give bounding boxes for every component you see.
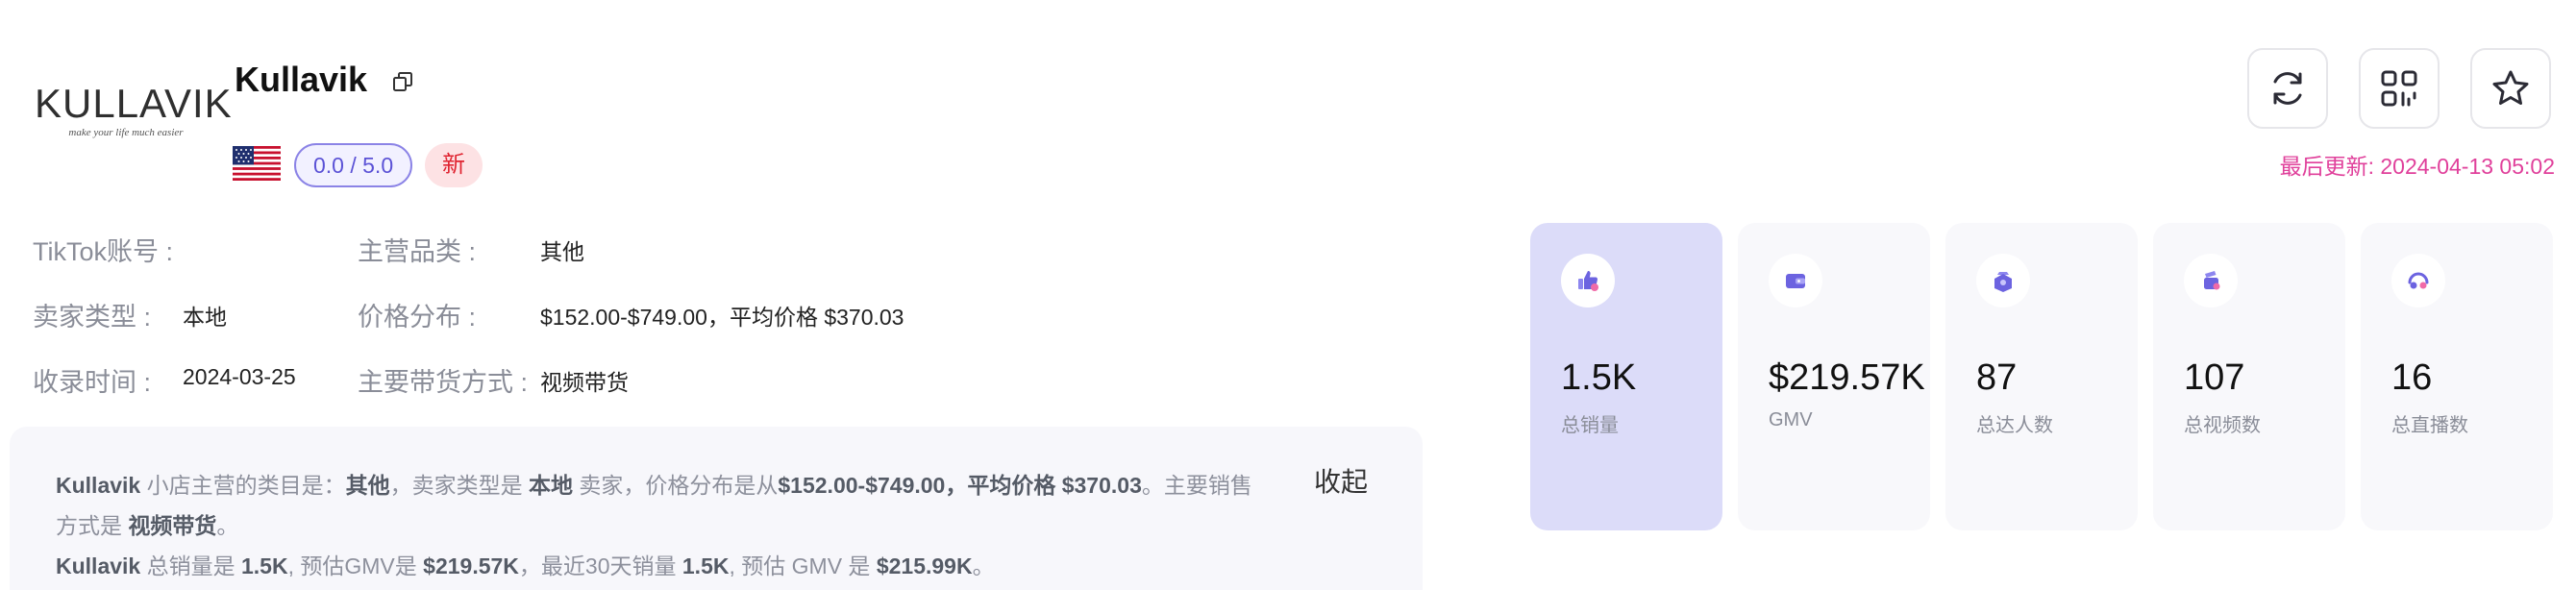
sales-mode-value: 视频带货 bbox=[540, 370, 629, 395]
summary-text: ，卖家类型是 bbox=[389, 473, 529, 498]
stat-value: 107 bbox=[2184, 357, 2245, 398]
summary-mode: 视频带货 bbox=[128, 513, 217, 538]
wallet-icon bbox=[1769, 254, 1822, 307]
shop-summary: Kullavik 小店主营的类目是：其他，卖家类型是 本地 卖家，价格分布是从$… bbox=[10, 427, 1423, 590]
recorded-time-value: 2024-03-25 bbox=[183, 364, 296, 389]
sales-mode-label: 主要带货方式 : bbox=[358, 368, 529, 397]
main-category-label: 主营品类 : bbox=[358, 237, 477, 266]
summary-text: 总销量是 bbox=[140, 553, 241, 578]
summary-text: , 预估GMV是 bbox=[287, 553, 424, 578]
summary-text: 小店主营的类目是： bbox=[140, 473, 346, 498]
stat-label: 总直播数 bbox=[2391, 415, 2468, 436]
summary-line-1: Kullavik 小店主营的类目是：其他，卖家类型是 本地 卖家，价格分布是从$… bbox=[56, 467, 1252, 500]
rating-badge: 0.0 / 5.0 bbox=[294, 143, 413, 187]
refresh-button[interactable] bbox=[2247, 48, 2328, 129]
main-category-value: 其他 bbox=[540, 239, 584, 264]
summary-line-3: Kullavik 总销量是 1.5K, 预估GMV是 $219.57K，最近30… bbox=[56, 548, 995, 580]
stat-value: $219.57K bbox=[1769, 357, 1925, 398]
seller-type-value: 本地 bbox=[183, 305, 227, 330]
price-distribution-label: 价格分布 : bbox=[358, 303, 477, 332]
stat-label: 总销量 bbox=[1561, 415, 1619, 436]
stat-value: 16 bbox=[2391, 357, 2433, 398]
stat-label: GMV bbox=[1769, 409, 1813, 430]
summary-line-2: 方式是 视频带货。 bbox=[56, 507, 238, 540]
summary-text: , 预估 GMV 是 bbox=[729, 553, 877, 578]
star-icon bbox=[2492, 70, 2529, 105]
stat-card-total-sales[interactable]: 1.5K 总销量 bbox=[1530, 223, 1722, 530]
qr-code-icon bbox=[2381, 70, 2417, 107]
summary-seller-type: 本地 bbox=[529, 473, 573, 498]
logo-wordmark: KULLAVIK bbox=[35, 81, 233, 126]
summary-text: 。主要销售 bbox=[1141, 473, 1252, 498]
summary-sales: 1.5K bbox=[241, 553, 288, 578]
copy-icon[interactable] bbox=[390, 69, 415, 94]
seller-type-label: 卖家类型 : bbox=[33, 303, 152, 332]
stat-card-influencers[interactable]: 87 总达人数 bbox=[1945, 223, 2138, 530]
influencer-icon bbox=[1976, 254, 2030, 307]
summary-price-range: $152.00-$749.00，平均价格 $370.03 bbox=[778, 473, 1142, 498]
summary-shop-name: Kullavik bbox=[56, 473, 141, 498]
collapse-button[interactable]: 收起 bbox=[1314, 461, 1368, 500]
summary-category: 其他 bbox=[345, 473, 390, 498]
last-updated: 最后更新: 2024-04-13 05:02 bbox=[2279, 154, 2555, 179]
summary-text: 。 bbox=[216, 513, 239, 538]
stat-card-live-streams[interactable]: 16 总直播数 bbox=[2361, 223, 2553, 530]
summary-shop-name: Kullavik bbox=[56, 553, 141, 578]
summary-gmv: $219.57K bbox=[423, 553, 519, 578]
qr-code-button[interactable] bbox=[2359, 48, 2440, 129]
shop-logo: KULLAVIK make your life much easier bbox=[35, 81, 233, 152]
logo-tagline: make your life much easier bbox=[68, 127, 184, 138]
video-icon bbox=[2184, 254, 2238, 307]
stat-label: 总达人数 bbox=[1976, 415, 2053, 436]
new-badge: 新 bbox=[425, 143, 483, 187]
favorite-button[interactable] bbox=[2470, 48, 2551, 129]
summary-text: 方式是 bbox=[56, 513, 129, 538]
recorded-time-label: 收录时间 : bbox=[33, 368, 152, 397]
summary-sales-30d: 1.5K bbox=[681, 553, 730, 578]
summary-text: 。 bbox=[972, 553, 995, 578]
refresh-icon bbox=[2273, 72, 2302, 105]
stat-value: 87 bbox=[1976, 357, 2018, 398]
summary-text: 卖家，价格分布是从 bbox=[573, 473, 779, 498]
summary-gmv-30d: $215.99K bbox=[876, 553, 973, 578]
tiktok-account-label: TikTok账号 : bbox=[33, 237, 174, 266]
stat-card-gmv[interactable]: $219.57K GMV bbox=[1738, 223, 1930, 530]
stat-card-videos[interactable]: 107 总视频数 bbox=[2153, 223, 2345, 530]
stat-value: 1.5K bbox=[1561, 357, 1637, 398]
stat-label: 总视频数 bbox=[2184, 415, 2261, 436]
live-icon bbox=[2391, 254, 2445, 307]
thumbs-up-icon bbox=[1561, 254, 1615, 307]
price-distribution-value: $152.00-$749.00，平均价格 $370.03 bbox=[540, 305, 904, 330]
shop-name: Kullavik bbox=[235, 60, 368, 99]
summary-text: ，最近30天销量 bbox=[518, 553, 682, 578]
us-flag-icon bbox=[233, 146, 281, 181]
